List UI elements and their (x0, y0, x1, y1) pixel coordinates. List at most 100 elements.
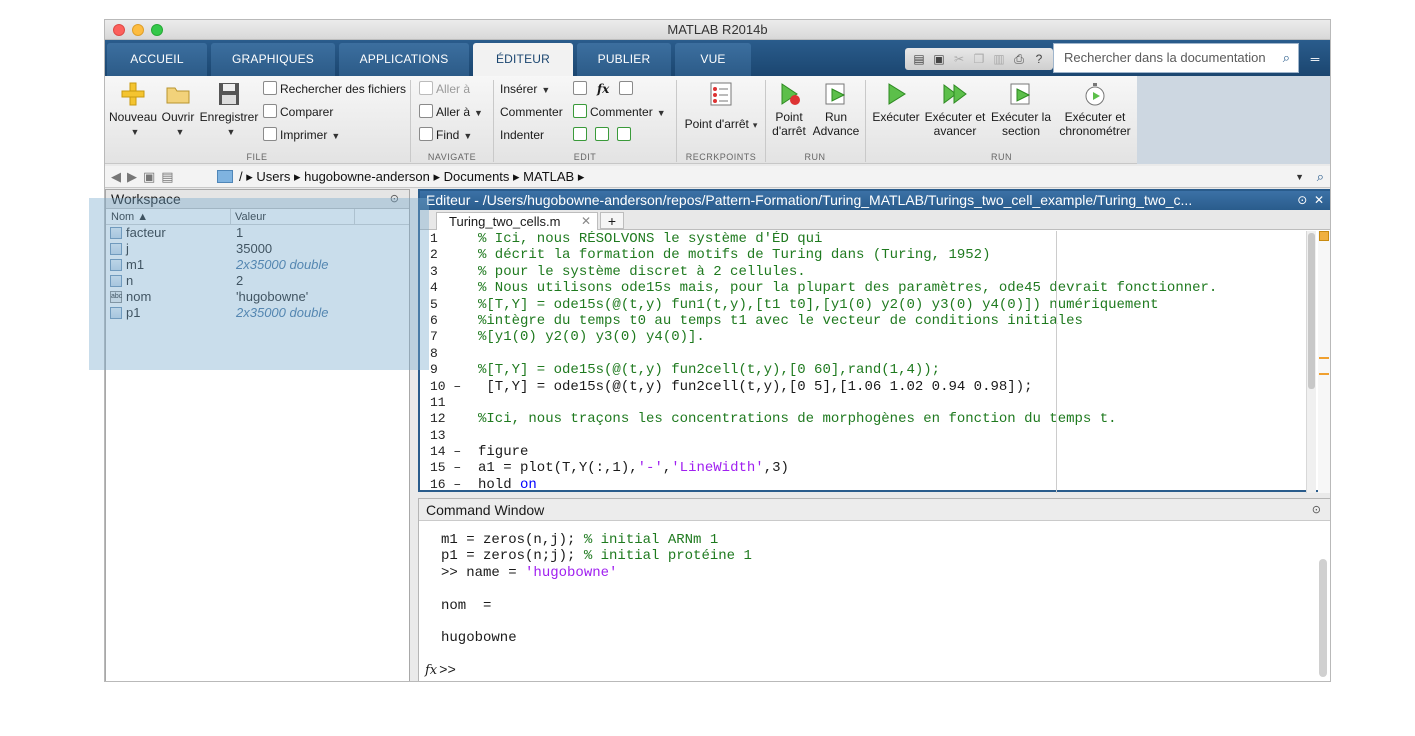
folder-search-icon[interactable]: ⌕ (1317, 166, 1324, 188)
print-icon[interactable]: ⎙ (1011, 51, 1027, 67)
indenter-button[interactable]: Indenter (500, 126, 544, 144)
nouveau-button[interactable]: Nouveau ▼ (109, 80, 157, 139)
file-tab[interactable]: Turing_two_cells.m ✕ (436, 212, 598, 230)
line-number[interactable]: 12 (430, 411, 446, 427)
paste-icon[interactable]: ▥ (991, 51, 1007, 67)
code-line[interactable]: 13 (420, 428, 1300, 444)
tab-accueil[interactable]: ACCUEIL (107, 43, 207, 76)
run-advance-button[interactable]: Run Advance (811, 80, 861, 138)
insert-image-icon[interactable] (619, 80, 636, 98)
line-number[interactable]: 1 (430, 231, 438, 247)
commenter-menu-button[interactable]: Commenter ▼ (573, 103, 666, 122)
line-number[interactable]: 5 (430, 297, 438, 313)
warning-marker[interactable] (1319, 373, 1329, 375)
code-line[interactable]: 14 – figure (420, 444, 1300, 460)
help-icon[interactable]: ? (1031, 51, 1047, 67)
copy-icon[interactable]: ❐ (971, 51, 987, 67)
executer-avancer-button[interactable]: Exécuter et avancer (923, 80, 987, 138)
folder-navigation-icons[interactable]: ◀▶▣▤ (111, 166, 180, 188)
rechercher-fichiers-button[interactable]: Rechercher des fichiers (263, 80, 406, 98)
comparer-button[interactable]: Comparer (263, 103, 333, 121)
line-number[interactable]: 14 – (430, 444, 461, 460)
enregistrer-button[interactable]: Enregistrer ▼ (199, 80, 259, 139)
line-number[interactable]: 6 (430, 313, 438, 329)
documentation-search-input[interactable]: Rechercher dans la documentation ⌕ (1053, 43, 1299, 73)
line-number[interactable]: 10 – (430, 379, 461, 395)
panel-options-icon[interactable]: ⊙ (1297, 193, 1307, 207)
close-tab-icon[interactable]: ✕ (581, 213, 591, 230)
code-area[interactable]: 1 % Ici, nous RÉSOLVONS le système d'ÉD q… (420, 231, 1300, 493)
tab-publier[interactable]: PUBLIER (577, 43, 671, 76)
line-number[interactable]: 9 (430, 362, 438, 378)
indent-left-icon[interactable] (573, 126, 590, 144)
close-icon[interactable]: ✕ (1314, 193, 1324, 207)
executer-section-button[interactable]: Exécuter la section (989, 80, 1053, 138)
path-segment[interactable]: MATLAB (523, 169, 574, 184)
new-tab-button[interactable]: + (600, 212, 624, 229)
command-scrollbar[interactable] (1319, 559, 1327, 677)
line-number[interactable]: 4 (430, 280, 438, 296)
code-line[interactable]: 12 %Ici, nous traçons les concentrations … (420, 411, 1300, 427)
code-line[interactable]: 7 %[y1(0) y2(0) y3(0) y4(0)]. (420, 329, 1300, 345)
find-button[interactable]: Find ▼ (419, 126, 472, 145)
code-line[interactable]: 5 %[T,Y] = ode15s(@(t,y) fun1(t,y),[t1 t0… (420, 297, 1300, 313)
editor-scrollbar[interactable] (1306, 231, 1316, 493)
path-root[interactable]: / (239, 169, 243, 184)
tab-graphiques[interactable]: GRAPHIQUES (211, 43, 335, 76)
imprimer-button[interactable]: Imprimer ▼ (263, 126, 340, 145)
line-number[interactable]: 13 (430, 428, 446, 444)
save-icon[interactable]: ▣ (931, 51, 947, 67)
warning-marker[interactable] (1319, 357, 1329, 359)
line-number[interactable]: 16 – (430, 477, 461, 493)
executer-chronometrer-button[interactable]: Exécuter et chronométrer (1055, 80, 1135, 138)
code-line[interactable]: 10 – [T,Y] = ode15s(@(t,y) fun2cell(t,y)… (420, 379, 1300, 395)
line-number[interactable]: 11 (430, 395, 446, 411)
aller-a-back-button[interactable]: Aller à (419, 80, 470, 98)
tab-editeur[interactable]: ÉDITEUR (473, 43, 573, 76)
tab-applications[interactable]: APPLICATIONS (339, 43, 469, 76)
code-line[interactable]: 16 – hold on (420, 477, 1300, 493)
path-segment[interactable]: hugobowne-anderson (304, 169, 430, 184)
close-window-button[interactable] (113, 24, 125, 36)
code-line[interactable]: 8 (420, 346, 1300, 362)
code-line[interactable]: 15 – a1 = plot(T,Y(:,1),'-','LineWidth',3… (420, 460, 1300, 476)
layout-icon[interactable]: ▤ (911, 51, 927, 67)
line-number[interactable]: 7 (430, 329, 438, 345)
code-line[interactable]: 1 % Ici, nous RÉSOLVONS le système d'ÉD q… (420, 231, 1300, 247)
ouvrir-button[interactable]: Ouvrir ▼ (159, 80, 197, 139)
warning-indicator-icon[interactable] (1319, 231, 1329, 241)
code-line[interactable]: 11 (420, 395, 1300, 411)
tab-vue[interactable]: VUE (675, 43, 751, 76)
line-number[interactable]: 8 (430, 346, 438, 362)
folder-path[interactable]: / ▸ Users ▸ hugobowne-anderson ▸ Documen… (239, 166, 584, 188)
line-number[interactable]: 2 (430, 247, 438, 263)
path-history-dropdown-icon[interactable]: ▼ (1295, 166, 1304, 188)
zoom-window-button[interactable] (151, 24, 163, 36)
code-line[interactable]: 6 %intègre du temps t0 au temps t1 avec l… (420, 313, 1300, 329)
indent-smart-icon[interactable] (595, 126, 612, 144)
line-number[interactable]: 3 (430, 264, 438, 280)
commenter-button[interactable]: Commenter (500, 103, 563, 121)
panel-options-icon[interactable]: ⊙ (1312, 499, 1321, 521)
path-segment[interactable]: Users (256, 169, 290, 184)
inserer-button[interactable]: Insérer ▼ (500, 80, 550, 99)
aller-a-button[interactable]: Aller à ▼ (419, 103, 483, 122)
executer-button[interactable]: Exécuter (869, 80, 923, 124)
point-arret-menu-button[interactable]: Point d'arrêt ▾ (679, 80, 763, 132)
line-number[interactable]: 15 – (430, 460, 461, 476)
code-line[interactable]: 2 % décrit la formation de motifs de Turi… (420, 247, 1300, 263)
indent-right-icon[interactable] (617, 126, 634, 144)
run-to-breakpoint-button[interactable]: Point d'arrêt (767, 80, 811, 138)
path-segment[interactable]: Documents (444, 169, 510, 184)
insert-section-icon[interactable] (573, 80, 590, 98)
search-icon[interactable]: ⌕ (1283, 44, 1290, 72)
minimize-toolstrip-icon[interactable]: ═ (1305, 48, 1325, 70)
function-browser-icon[interactable]: fx (425, 663, 437, 678)
minimize-window-button[interactable] (132, 24, 144, 36)
cut-icon[interactable]: ✂ (951, 51, 967, 67)
code-line[interactable]: 3 % pour le système discret à 2 cellules. (420, 264, 1300, 280)
insert-function-button[interactable]: fx (597, 80, 609, 98)
code-line[interactable]: 4 % Nous utilisons ode15s mais, pour la p… (420, 280, 1300, 296)
scrollbar-thumb[interactable] (1308, 233, 1315, 389)
code-line[interactable]: 9 %[T,Y] = ode15s(@(t,y) fun2cell(t,y),[0… (420, 362, 1300, 378)
